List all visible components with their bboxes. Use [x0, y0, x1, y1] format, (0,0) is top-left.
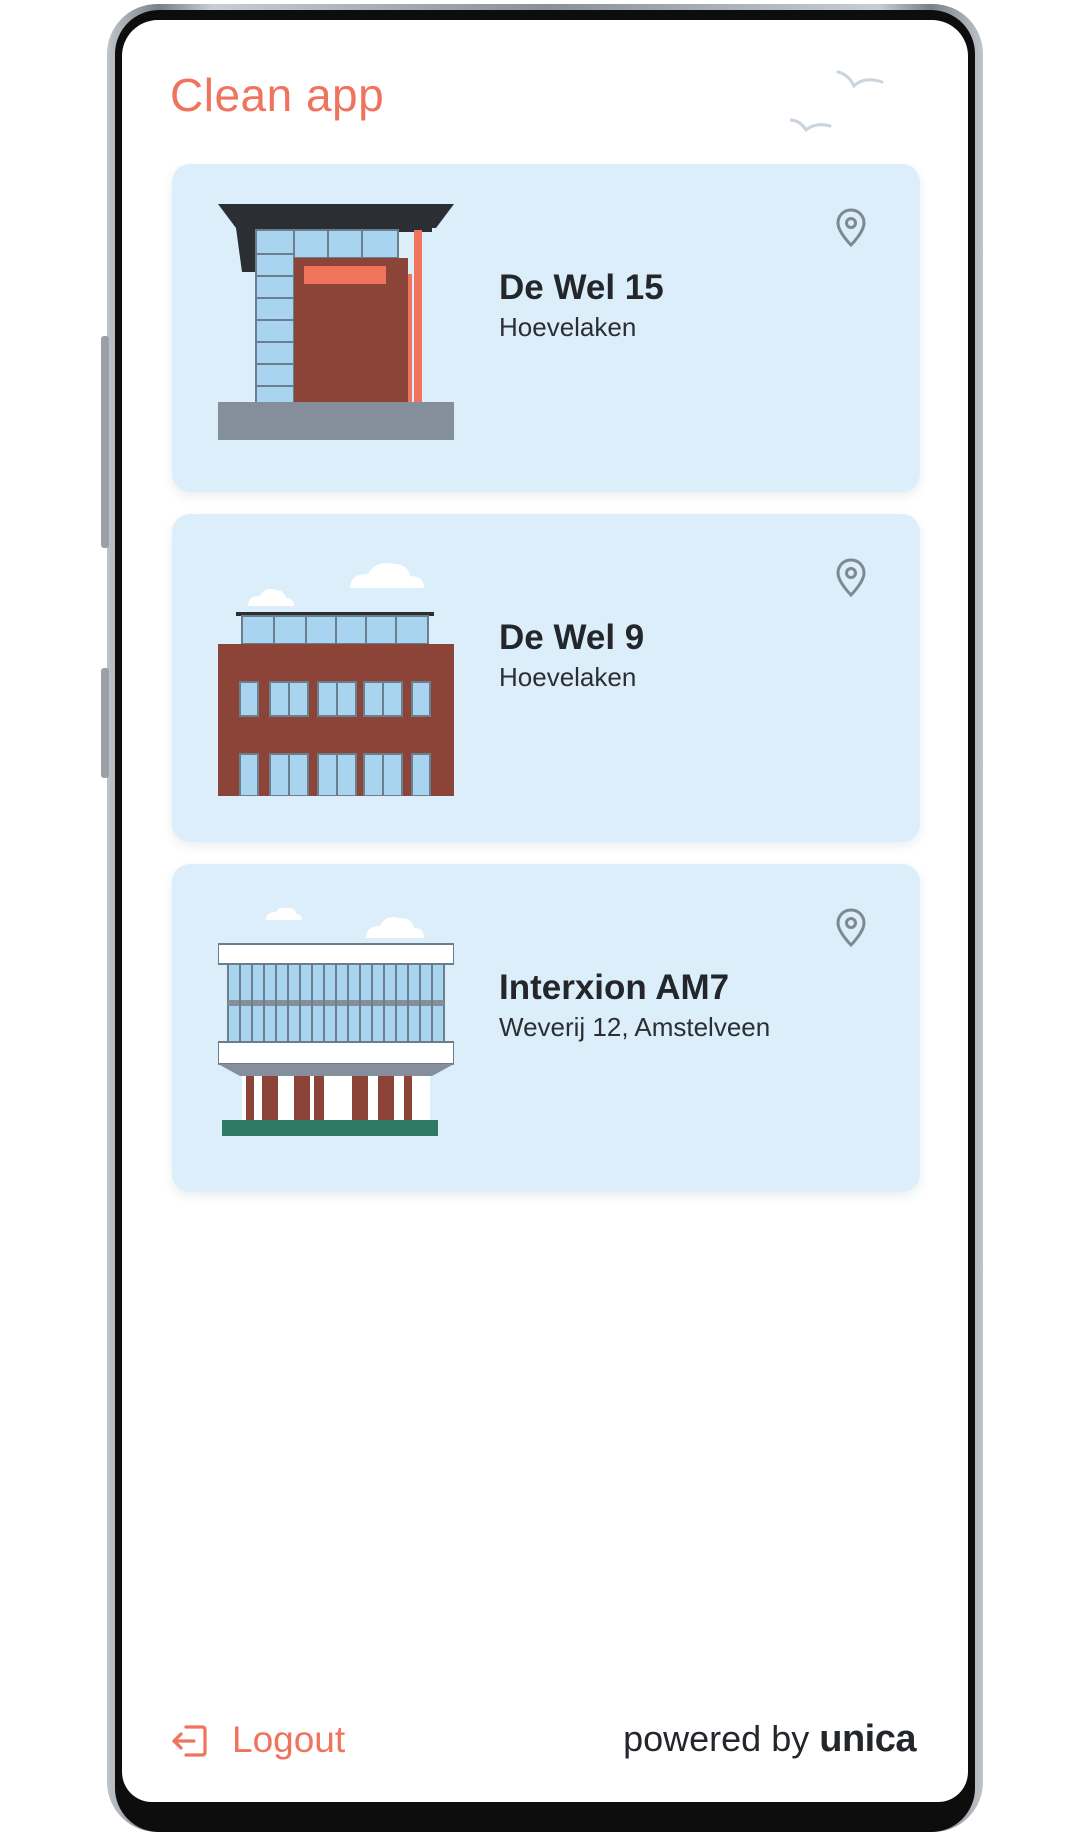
birds-illustration [790, 70, 884, 133]
app-title: Clean app [170, 69, 385, 121]
logout-label: Logout [232, 1719, 346, 1760]
powered-by-text: powered by [623, 1718, 810, 1759]
location-address: Weverij 12, Amstelveen [499, 1012, 771, 1042]
brand-logo: unica [819, 1718, 916, 1760]
app-screen: Clean app De Wel 15 Hoevelaken De Wel 9 … [122, 20, 968, 1802]
logout-button[interactable]: Logout [170, 1715, 370, 1765]
map-pin-icon[interactable] [836, 908, 866, 948]
building-de-wel-9-illustration [218, 563, 454, 796]
location-name: De Wel 15 [499, 268, 664, 307]
location-card-interxion-am7[interactable]: Interxion AM7 Weverij 12, Amstelveen [172, 864, 920, 1192]
phone-side-button [101, 668, 109, 778]
phone-side-button [101, 336, 109, 548]
location-card-de-wel-9[interactable]: De Wel 9 Hoevelaken [172, 514, 920, 842]
location-name: Interxion AM7 [499, 968, 730, 1007]
building-de-wel-15-illustration [218, 204, 454, 440]
location-address: Hoevelaken [499, 312, 637, 342]
powered-by: powered by unica [623, 1718, 916, 1761]
building-interxion-am7-illustration [218, 908, 454, 1136]
map-pin-icon[interactable] [836, 558, 866, 598]
location-card-de-wel-15[interactable]: De Wel 15 Hoevelaken [172, 164, 920, 492]
location-name: De Wel 9 [499, 618, 645, 657]
logout-icon [172, 1725, 207, 1757]
location-address: Hoevelaken [499, 662, 637, 692]
map-pin-icon[interactable] [836, 208, 866, 248]
